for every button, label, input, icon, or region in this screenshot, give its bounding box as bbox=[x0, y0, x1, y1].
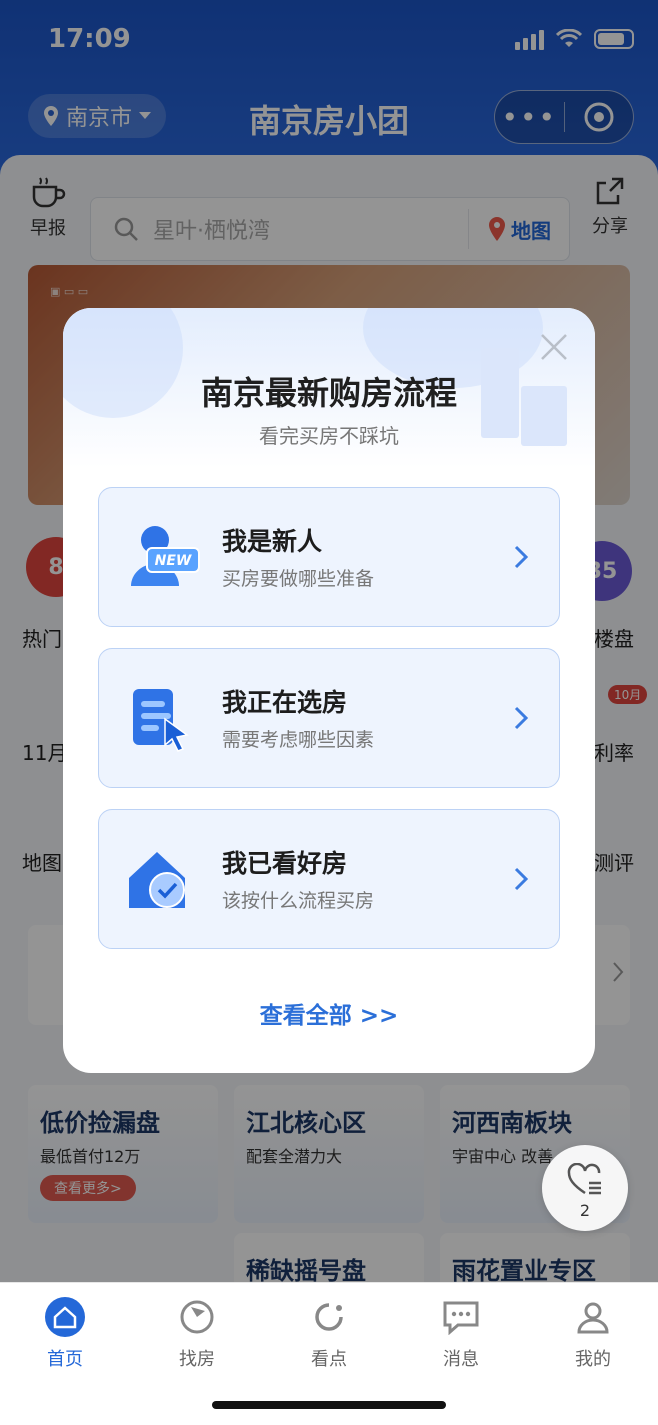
svg-text:NEW: NEW bbox=[155, 553, 192, 569]
close-icon[interactable] bbox=[539, 332, 569, 362]
home-indicator bbox=[212, 1401, 446, 1409]
option-subtitle: 需要考虑哪些因素 bbox=[222, 729, 375, 751]
tab-highlights[interactable]: 看点 bbox=[279, 1295, 379, 1371]
chevron-right-icon bbox=[514, 867, 529, 891]
option-subtitle: 买房要做哪些准备 bbox=[222, 568, 375, 590]
option-newcomer[interactable]: NEW 我是新人 买房要做哪些准备 bbox=[98, 487, 560, 627]
select-house-icon bbox=[133, 689, 189, 752]
view-all-link[interactable]: 查看全部 >> bbox=[63, 996, 595, 1030]
new-user-icon: NEW bbox=[131, 526, 200, 586]
tab-label: 找房 bbox=[179, 1349, 215, 1370]
modal-subtitle: 看完买房不踩坑 bbox=[259, 424, 399, 448]
chevron-right-icon bbox=[514, 545, 529, 569]
purchase-process-modal: 南京最新购房流程 看完买房不踩坑 NEW 我是新人 买房要做哪些准备 我正在选房… bbox=[63, 308, 595, 1073]
tab-label: 首页 bbox=[47, 1349, 83, 1370]
profile-icon bbox=[571, 1295, 615, 1339]
tab-home[interactable]: 首页 bbox=[15, 1295, 115, 1371]
option-title: 我已看好房 bbox=[222, 849, 348, 878]
tab-label: 消息 bbox=[443, 1349, 479, 1370]
option-selecting[interactable]: 我正在选房 需要考虑哪些因素 bbox=[98, 648, 560, 788]
tab-label: 看点 bbox=[311, 1349, 347, 1370]
chevron-right-icon bbox=[514, 706, 529, 730]
option-subtitle: 该按什么流程买房 bbox=[222, 890, 375, 912]
option-ready[interactable]: 我已看好房 该按什么流程买房 bbox=[98, 809, 560, 949]
option-title: 我正在选房 bbox=[222, 688, 348, 717]
tab-label: 我的 bbox=[575, 1349, 611, 1370]
tab-profile[interactable]: 我的 bbox=[543, 1295, 643, 1371]
heart-list-icon bbox=[567, 1162, 601, 1195]
find-house-icon bbox=[175, 1295, 219, 1339]
tab-messages[interactable]: 消息 bbox=[411, 1295, 511, 1371]
favorites-count: 2 bbox=[579, 1201, 591, 1220]
home-icon bbox=[43, 1295, 87, 1339]
tab-find-house[interactable]: 找房 bbox=[147, 1295, 247, 1371]
house-check-icon bbox=[129, 852, 185, 908]
option-title: 我是新人 bbox=[222, 527, 323, 556]
modal-title: 南京最新购房流程 bbox=[200, 374, 457, 412]
highlights-icon bbox=[307, 1295, 351, 1339]
message-icon bbox=[439, 1295, 483, 1339]
favorites-float-button[interactable]: 2 bbox=[542, 1145, 628, 1231]
